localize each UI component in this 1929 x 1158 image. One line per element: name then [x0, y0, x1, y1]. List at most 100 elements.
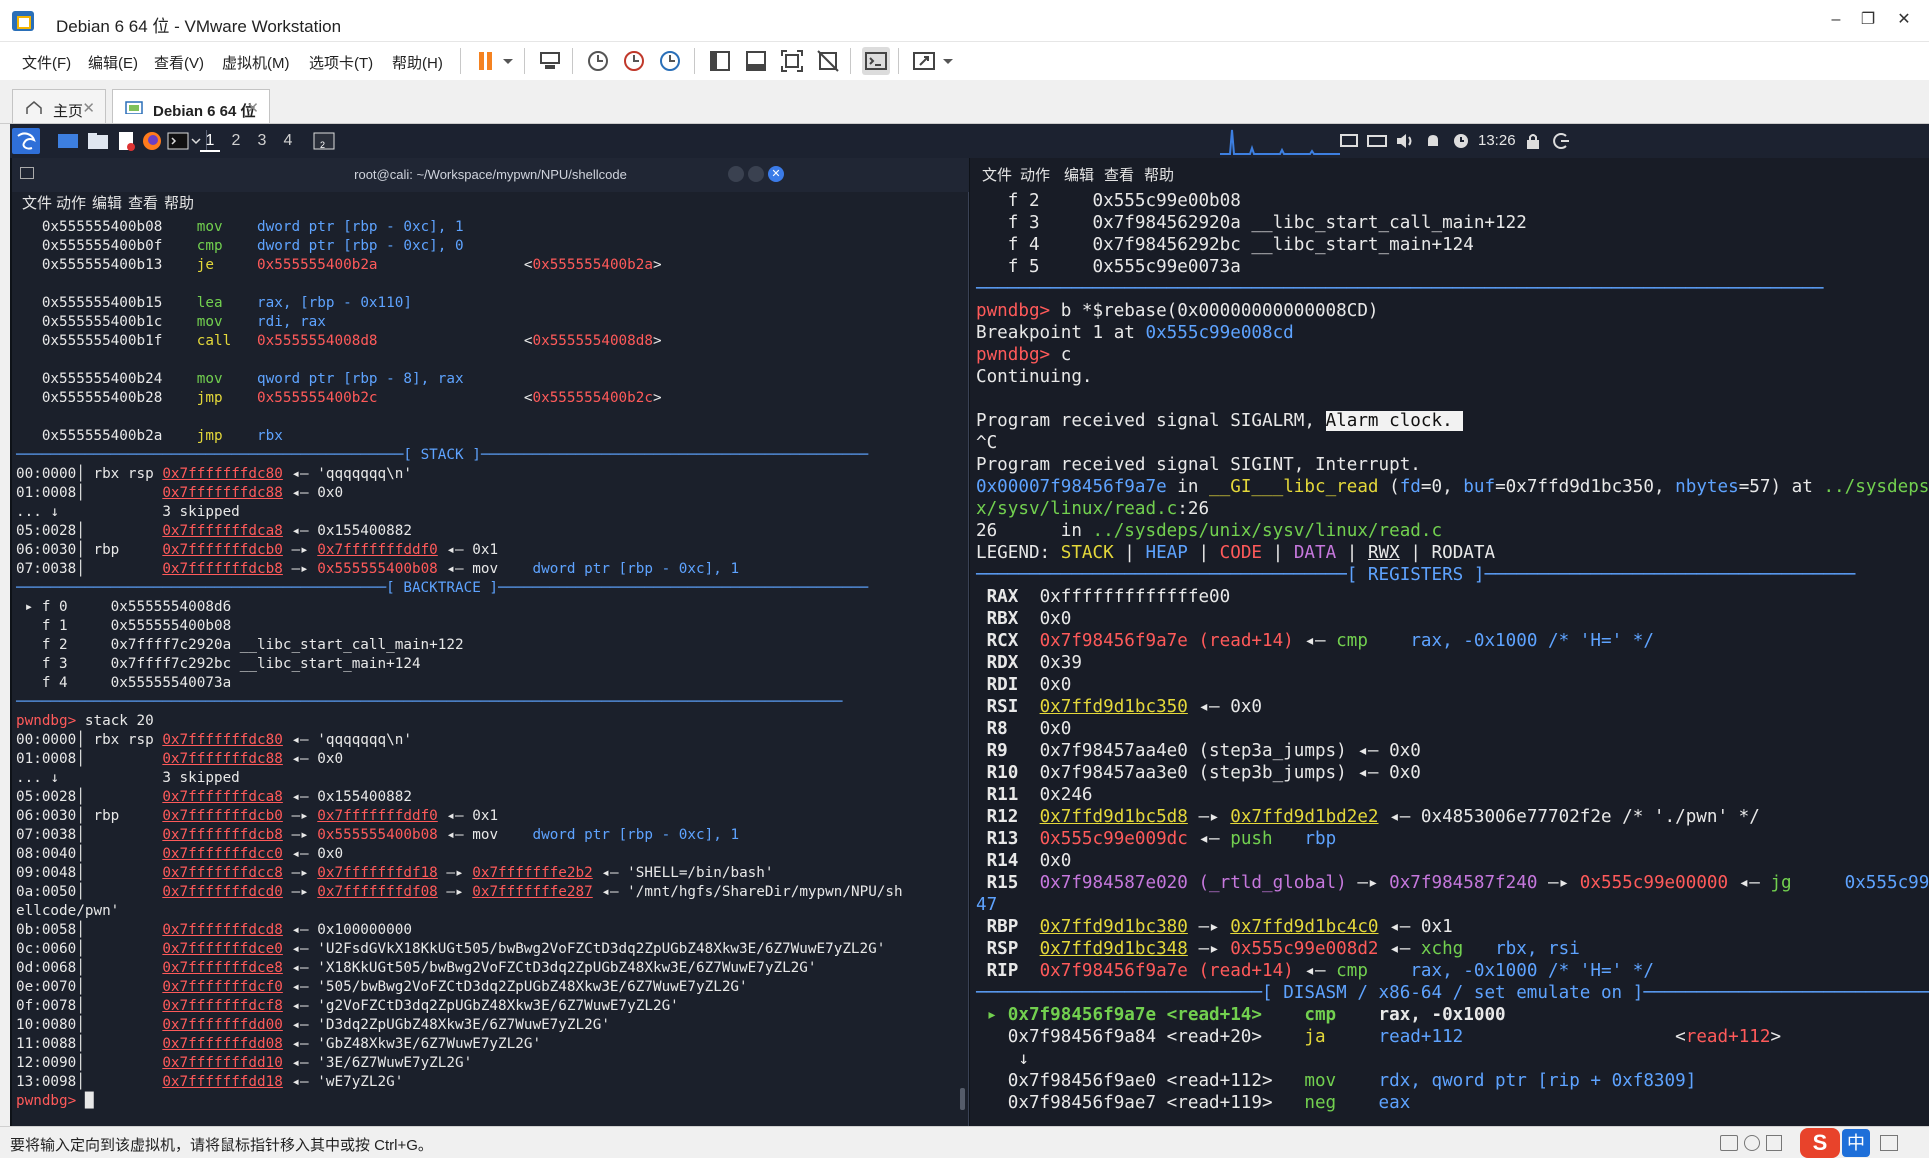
terminal-line: 10:0080│ 0x7fffffffdd00 ◂— 'D3dq2ZpUGbZ4… — [16, 1016, 964, 1035]
kali-menu-icon[interactable] — [12, 128, 40, 154]
menu-view[interactable]: 查看 — [128, 192, 158, 218]
workspace-1[interactable]: 1 — [200, 132, 220, 152]
terminal-text-span: 0x7fffffffdf18 — [317, 865, 438, 881]
terminal-text-span: 06:0030│ rbp — [16, 542, 163, 558]
terminal-text-span: 0x0 — [1039, 719, 1072, 739]
terminal-app-icon — [20, 167, 34, 179]
restore-button[interactable]: ❐ — [1856, 8, 1880, 32]
revert-snapshot-icon[interactable] — [620, 47, 648, 75]
stretch-icon[interactable] — [910, 47, 938, 75]
terminal-text-span: ]───────────────────────────────────────… — [480, 580, 869, 596]
terminal-text-span: ────────────────────────────────────────… — [976, 279, 1824, 299]
menu-file[interactable]: 文件 — [22, 192, 52, 218]
chevron-down-icon[interactable] — [500, 47, 516, 75]
terminal-line: ────────────────────────────────────────… — [16, 693, 964, 712]
ime-mode[interactable]: 中 — [1842, 1129, 1870, 1157]
terminal-text-span: Alarm clock. — [1325, 411, 1464, 431]
fullscreen-icon[interactable] — [778, 47, 806, 75]
terminal-line: 06:0030│ rbp 0x7fffffffdcb0 —▸ 0x7ffffff… — [16, 807, 964, 826]
volume-icon[interactable] — [1394, 128, 1416, 154]
workspace-4[interactable]: 4 — [278, 132, 298, 150]
lock-icon[interactable] — [1522, 128, 1544, 154]
menu-edit[interactable]: 编辑(E) — [88, 52, 138, 73]
text-editor-icon[interactable] — [114, 128, 138, 154]
console-view-icon[interactable] — [862, 47, 890, 75]
terminal-text-span: | — [1187, 543, 1220, 563]
close-tab-icon[interactable]: ✕ — [82, 99, 95, 117]
menu-edit[interactable]: 编辑 — [1064, 164, 1094, 190]
menu-edit[interactable]: 编辑 — [92, 192, 122, 218]
file-manager-icon[interactable] — [86, 128, 110, 154]
network-icon[interactable] — [1766, 1135, 1782, 1151]
terminal-text-span: R13 — [976, 829, 1040, 849]
terminal-line: f 3 0x7ffff7c292bc __libc_start_main+124 — [16, 655, 964, 674]
cdrom-icon[interactable] — [1744, 1135, 1760, 1151]
terminal-text-span: DISASM / x86-64 / set emulate on — [1283, 983, 1623, 1003]
terminal-text-span: 0b:0058│ — [16, 922, 163, 938]
left-terminal-window[interactable]: root@cali: ~/Workspace/mypwn/NPU/shellco… — [12, 158, 969, 1126]
scrollbar[interactable] — [960, 1088, 965, 1110]
snapshot-icon[interactable] — [584, 47, 612, 75]
snapshot-manager-icon[interactable] — [656, 47, 684, 75]
terminal-text-span: qword ptr [rbp - 8], rax — [257, 371, 464, 387]
terminal-text-span: RDX — [976, 653, 1040, 673]
terminal-text-span: RSI — [976, 697, 1040, 717]
minimize-button[interactable]: – — [1824, 8, 1848, 32]
terminal-text-span: 0c:0060│ — [16, 941, 163, 957]
menu-file[interactable]: 文件(F) — [22, 52, 71, 73]
terminal-text-span: 0x555555400b2a — [16, 428, 197, 444]
hdd-icon[interactable] — [1720, 1135, 1738, 1151]
terminal-text-span: ◂— — [1187, 829, 1231, 849]
menu-view[interactable]: 查看 — [1104, 164, 1134, 190]
menu-vm[interactable]: 虚拟机(M) — [222, 52, 290, 73]
maximize-button[interactable] — [748, 166, 764, 182]
terminal-text-span: | — [1336, 543, 1368, 563]
terminal-text-span: RCX — [976, 631, 1040, 651]
send-keys-icon[interactable] — [536, 47, 564, 75]
thumbnail-icon[interactable] — [742, 47, 770, 75]
terminal-text-span: —▸ — [282, 561, 318, 577]
menu-file[interactable]: 文件 — [982, 164, 1012, 190]
window-button-terminal-icon[interactable]: 2 — [312, 128, 336, 154]
menu-help[interactable]: 帮助 — [1144, 164, 1174, 190]
pause-icon[interactable] — [472, 47, 500, 75]
minimize-button[interactable] — [728, 166, 744, 182]
close-tab-icon[interactable]: ✕ — [246, 99, 259, 117]
notification-bell-icon[interactable] — [1422, 128, 1444, 154]
firefox-icon[interactable] — [140, 128, 164, 154]
terminal-icon[interactable] — [166, 128, 190, 154]
menu-help[interactable]: 帮助 — [164, 192, 194, 218]
terminal-text-span: 0e:0070│ — [16, 979, 163, 995]
terminal-text-span: 0x7fffffffdd00 — [162, 1017, 283, 1033]
terminal-text-span: Breakpoint 1 at — [976, 323, 1146, 343]
workspace-3[interactable]: 3 — [252, 132, 272, 150]
logout-icon[interactable] — [1550, 128, 1572, 154]
terminal-line: 12:0090│ 0x7fffffffdd10 ◂— '3E/6Z7WuwE7y… — [16, 1054, 964, 1073]
desktop-icon[interactable] — [56, 128, 80, 154]
library-icon[interactable] — [706, 47, 734, 75]
terminal-line: RDI 0x0 — [976, 674, 1926, 696]
close-button[interactable]: ✕ — [1892, 8, 1916, 32]
terminal-text-span: < — [377, 257, 533, 273]
terminal-text-span: ◂— mov — [437, 561, 533, 577]
panel-clock[interactable]: 13:26 — [1478, 132, 1516, 158]
message-icon[interactable] — [1880, 1135, 1898, 1151]
sogou-ime-icon[interactable]: S — [1800, 1128, 1840, 1158]
workspace-2[interactable]: 2 — [226, 132, 246, 150]
close-button[interactable]: ✕ — [768, 166, 784, 182]
menu-help[interactable]: 帮助(H) — [392, 52, 443, 73]
unity-icon[interactable] — [814, 47, 842, 75]
right-terminal-window[interactable]: 文件 动作 编辑 查看 帮助 f 2 0x555c99e00b08 f 3 0x… — [970, 158, 1929, 1126]
terminal-text-span: ◂— 'wE7yZL2G' — [282, 1074, 404, 1090]
chevron-down-icon[interactable] — [940, 47, 956, 75]
keyboard-icon[interactable] — [1366, 128, 1388, 154]
terminal-text-span: RDI — [976, 675, 1040, 695]
tab-home[interactable]: 主页 ✕ — [12, 89, 106, 123]
terminal-text-span: 0x7fffffffdf08 — [317, 884, 438, 900]
menu-tabs[interactable]: 选项卡(T) — [309, 52, 373, 73]
menu-view[interactable]: 查看(V) — [154, 52, 204, 73]
tab-debian[interactable]: Debian 6 64 位 ✕ — [112, 89, 270, 123]
menu-action[interactable]: 动作 — [1020, 164, 1050, 190]
display-icon[interactable] — [1338, 128, 1360, 154]
menu-action[interactable]: 动作 — [56, 192, 86, 218]
